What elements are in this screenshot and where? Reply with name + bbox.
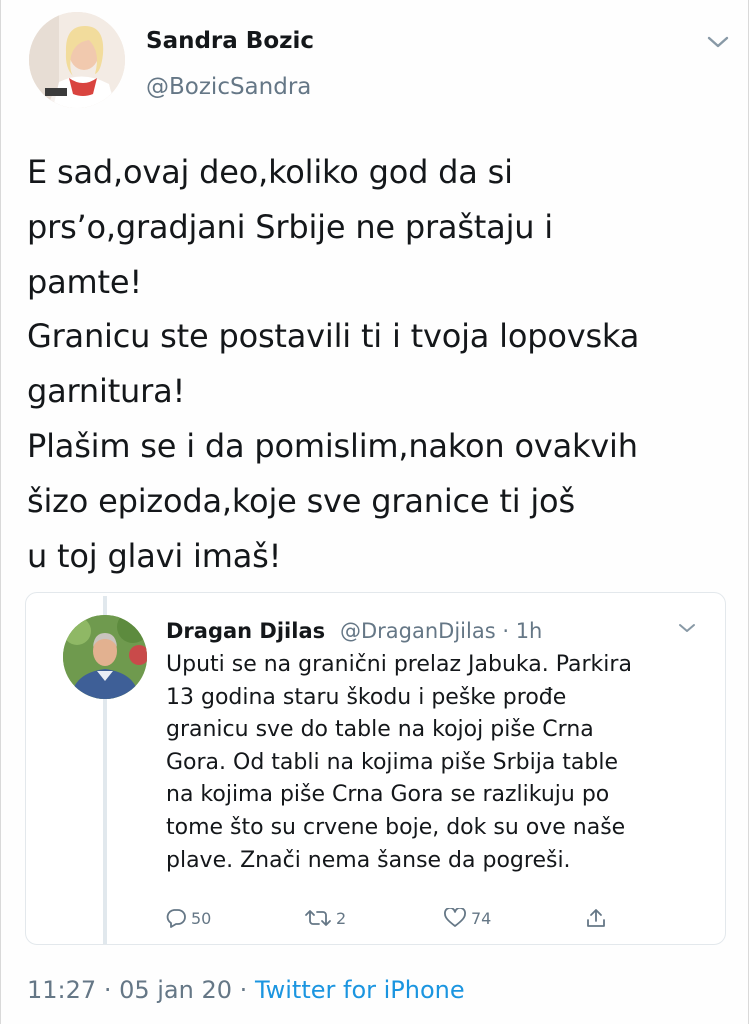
- tweet-screenshot: Sandra Bozic @BozicSandra E sad,ovaj deo…: [0, 0, 749, 1024]
- tweet-date: 05 jan 20: [119, 976, 233, 1004]
- chevron-down-icon[interactable]: [677, 620, 697, 636]
- like-count: 74: [471, 908, 492, 928]
- meta-separator: ·: [239, 976, 248, 1004]
- tweet-text: E sad,ovaj deo,koliko god da si prs’o,gr…: [27, 153, 640, 575]
- share-icon: [587, 909, 605, 927]
- like-button[interactable]: 74: [443, 903, 491, 933]
- quoted-author-handle[interactable]: @DraganDjilas · 1h: [340, 619, 542, 643]
- author-name[interactable]: Sandra Bozic: [146, 28, 314, 54]
- quoted-tweet-text: Uputi se na granični prelaz Jabuka. Park…: [166, 652, 632, 873]
- share-button[interactable]: [585, 903, 607, 933]
- reply-icon: [166, 909, 186, 928]
- chevron-down-icon[interactable]: [705, 32, 731, 52]
- quoted-author-avatar[interactable]: [63, 615, 147, 699]
- reply-count: 50: [191, 908, 212, 928]
- tweet-source-link[interactable]: Twitter for iPhone: [255, 976, 465, 1004]
- author-handle[interactable]: @BozicSandra: [146, 74, 311, 100]
- retweet-button[interactable]: 2: [304, 903, 346, 933]
- tweet-meta: 11:27 · 05 jan 20 · Twitter for iPhone: [27, 976, 465, 1004]
- meta-separator: ·: [103, 976, 112, 1004]
- retweet-icon: [305, 910, 331, 926]
- retweet-count: 2: [336, 908, 347, 928]
- quoted-author-name[interactable]: Dragan Djilas: [166, 619, 325, 643]
- author-avatar[interactable]: [29, 12, 125, 108]
- heart-icon: [444, 908, 466, 927]
- reply-button[interactable]: 50: [165, 903, 211, 933]
- tweet-time: 11:27: [27, 976, 97, 1004]
